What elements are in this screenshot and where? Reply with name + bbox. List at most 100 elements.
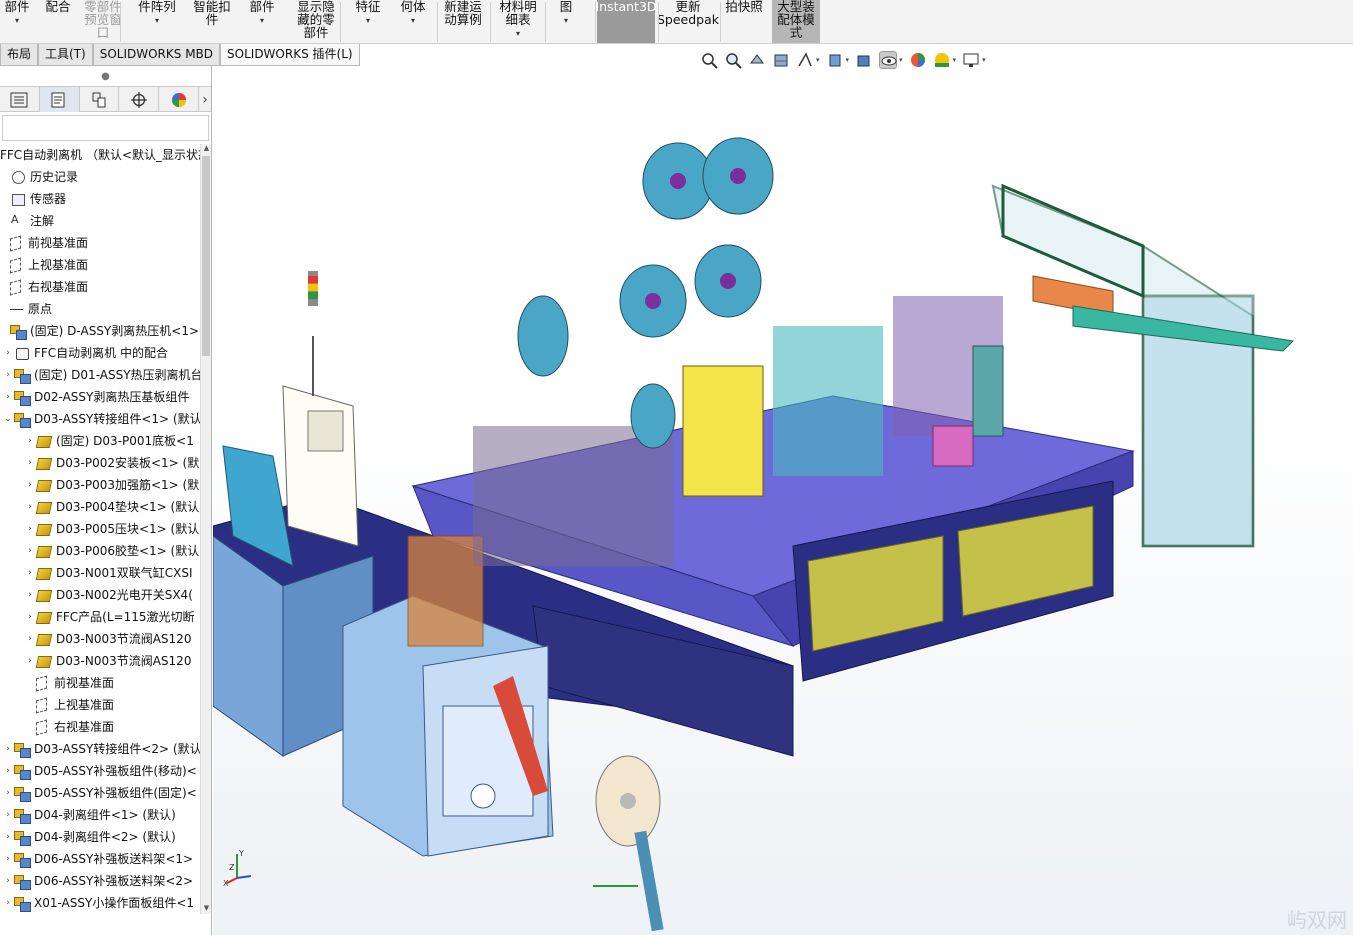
tree-item[interactable]: ⌄ D03-ASSY转接组件<1> (默认	[2, 408, 200, 430]
expand-arrow-icon[interactable]: ›	[24, 606, 36, 628]
chevron-down-icon[interactable]: ▾	[516, 27, 520, 40]
tree-root[interactable]: FFC自动剥离机 （默认<默认_显示状态	[0, 144, 200, 166]
ribbon-button-3[interactable]: 件阵列 ▾	[132, 0, 182, 43]
collapse-arrow-icon[interactable]: ⌄	[2, 408, 14, 430]
tree-item[interactable]: › X01-ASSY小操作面板组件<1	[2, 892, 194, 914]
tab-solidworks-addins[interactable]: SOLIDWORKS 插件(L)	[220, 44, 360, 66]
chevron-down-icon[interactable]: ▾	[15, 14, 19, 27]
tree-item[interactable]: › D05-ASSY补强板组件(移动)<	[2, 760, 197, 782]
expand-arrow-icon[interactable]: ›	[2, 804, 14, 826]
tree-item[interactable]: 前视基准面	[24, 672, 114, 694]
chevron-down-icon[interactable]: ▾	[982, 56, 986, 64]
edit-appearance-icon[interactable]	[909, 51, 927, 69]
tree-item[interactable]: 上视基准面	[24, 694, 114, 716]
tree-item[interactable]: › D03-N002光电开关SX4(	[24, 584, 193, 606]
tree-item[interactable]: › D03-P003加强筋<1> (默	[24, 474, 199, 496]
tab-solidworks-mbd[interactable]: SOLIDWORKS MBD	[92, 44, 221, 66]
configuration-manager-tab[interactable]	[80, 87, 120, 112]
dynamic-annotation-icon[interactable]	[796, 51, 814, 69]
display-manager-tab[interactable]	[159, 87, 200, 112]
tree-item[interactable]: 前视基准面	[0, 232, 88, 254]
tree-item[interactable]: 历史记录	[0, 166, 78, 188]
previous-view-icon[interactable]	[748, 51, 766, 69]
tree-item[interactable]: › D03-ASSY转接组件<2> (默认	[2, 738, 200, 760]
tree-item[interactable]: 原点	[0, 298, 52, 320]
ribbon-button-11[interactable]: 图 ▾	[552, 0, 580, 43]
chevron-down-icon[interactable]: ▾	[564, 14, 568, 27]
expand-arrow-icon[interactable]: ›	[24, 650, 36, 672]
expand-arrow-icon[interactable]: ›	[2, 364, 14, 386]
zoom-area-icon[interactable]	[724, 51, 742, 69]
tree-item[interactable]: 传感器	[0, 188, 66, 210]
expand-arrow-icon[interactable]: ›	[2, 342, 14, 364]
chevron-down-icon[interactable]: ▾	[899, 56, 903, 64]
tree-item[interactable]: › D04-剥离组件<1> (默认)	[2, 804, 176, 826]
ribbon-button-5[interactable]: 部件 ▾	[244, 0, 280, 43]
ribbon-button-12[interactable]: Instant3D	[595, 0, 657, 43]
ribbon-button-14[interactable]: 拍快照	[722, 0, 766, 43]
apply-scene-icon[interactable]	[933, 51, 951, 69]
expand-arrow-icon[interactable]: ›	[24, 562, 36, 584]
ribbon-button-7[interactable]: 特征 ▾	[348, 0, 388, 43]
tree-item[interactable]: › D03-P005压块<1> (默认	[24, 518, 199, 540]
dimxpert-tab[interactable]	[119, 87, 160, 112]
section-view-icon[interactable]	[772, 51, 790, 69]
hide-show-icon[interactable]	[879, 51, 898, 69]
ribbon-button-15[interactable]: 大型装 配体模 式	[772, 0, 820, 43]
panel-grip[interactable]: ●	[0, 66, 211, 86]
chevron-down-icon[interactable]: ▾	[816, 56, 820, 64]
chevron-down-icon[interactable]: ▾	[846, 56, 850, 64]
tree-filter-input[interactable]	[2, 115, 209, 141]
ribbon-button-8[interactable]: 何体 ▾	[398, 0, 428, 43]
expand-arrow-icon[interactable]: ›	[24, 452, 36, 474]
tree-item[interactable]: › D06-ASSY补强板送料架<2>	[2, 870, 193, 892]
display-style-icon[interactable]	[855, 51, 873, 69]
tree-vertical-scrollbar[interactable]: ▲ ▼	[200, 144, 211, 914]
property-manager-tab[interactable]	[39, 87, 80, 112]
expand-arrow-icon[interactable]: ›	[2, 826, 14, 848]
tree-item[interactable]: › D03-N003节流阀AS120	[24, 650, 191, 672]
view-settings-icon[interactable]	[962, 51, 980, 69]
expand-arrow-icon[interactable]: ›	[2, 870, 14, 892]
expand-arrow-icon[interactable]: ›	[24, 430, 36, 452]
expand-arrow-icon[interactable]: ›	[24, 584, 36, 606]
graphics-area[interactable]: Y Z X 屿双网	[213, 66, 1353, 935]
expand-arrow-icon[interactable]: ›	[2, 738, 14, 760]
ribbon-button-0[interactable]: 部件 ▾	[0, 0, 34, 43]
tree-item[interactable]: 上视基准面	[0, 254, 88, 276]
expand-arrow-icon[interactable]: ›	[2, 760, 14, 782]
tree-item[interactable]: › D03-N003节流阀AS120	[24, 628, 191, 650]
expand-arrow-icon[interactable]: ›	[24, 540, 36, 562]
chevron-down-icon[interactable]: ▾	[366, 14, 370, 27]
expand-arrow-icon[interactable]: ›	[24, 496, 36, 518]
tree-item[interactable]: › D06-ASSY补强板送料架<1>	[2, 848, 193, 870]
ribbon-button-6[interactable]: 显示隐 藏的零 部件	[290, 0, 342, 43]
chevron-down-icon[interactable]: ▾	[411, 14, 415, 27]
tree-item[interactable]: › D03-P006胶垫<1> (默认	[24, 540, 199, 562]
expand-arrow-icon[interactable]: ›	[2, 782, 14, 804]
chevron-down-icon[interactable]: ▾	[155, 14, 159, 27]
tree-item[interactable]: › D03-P004垫块<1> (默认	[24, 496, 199, 518]
zoom-to-fit-icon[interactable]	[700, 51, 718, 69]
ribbon-button-1[interactable]: 配合	[42, 0, 74, 43]
expand-arrow-icon[interactable]: ›	[24, 628, 36, 650]
tree-item[interactable]: › D03-N001双联气缸CXSI	[24, 562, 192, 584]
tree-item[interactable]: › D04-剥离组件<2> (默认)	[2, 826, 176, 848]
scroll-up-arrow[interactable]: ▲	[201, 144, 212, 154]
view-orientation-icon[interactable]	[826, 51, 844, 69]
tree-item[interactable]: › D02-ASSY剥离热压基板组件	[2, 386, 189, 408]
feature-manager-tab[interactable]	[0, 87, 40, 112]
expand-arrow-icon[interactable]: ›	[2, 386, 14, 408]
tree-item[interactable]: 注解	[0, 209, 54, 232]
tree-item[interactable]: › (固定) D03-P001底板<1	[24, 430, 194, 452]
tree-item[interactable]: 右视基准面	[24, 716, 114, 738]
expand-arrow-icon[interactable]: ›	[24, 474, 36, 496]
expand-arrow-icon[interactable]: ›	[24, 518, 36, 540]
expand-arrow-icon[interactable]: ›	[2, 848, 14, 870]
chevron-down-icon[interactable]: ▾	[260, 14, 264, 27]
ribbon-button-10[interactable]: 材料明 细表 ▾	[495, 0, 541, 43]
ribbon-button-9[interactable]: 新建运 动算例	[440, 0, 486, 43]
scroll-thumb[interactable]	[202, 156, 210, 356]
tree-item[interactable]: › FFC自动剥离机 中的配合	[2, 342, 168, 364]
tab-tools[interactable]: 工具(T)	[38, 44, 93, 66]
